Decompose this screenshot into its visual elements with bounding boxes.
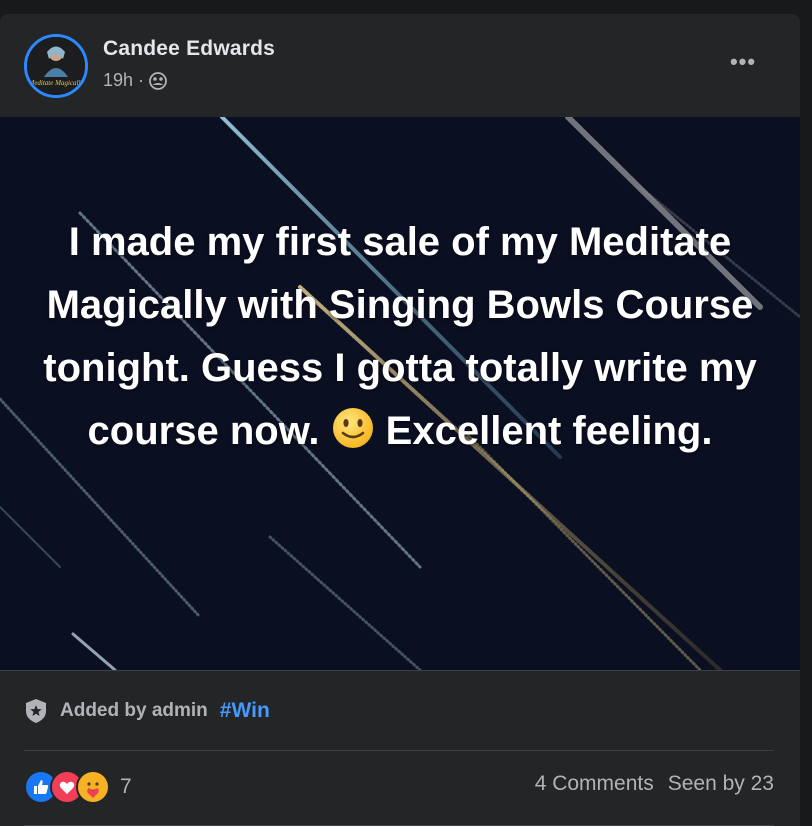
post-image[interactable]: I made my first sale of my Meditate Magi…: [0, 117, 800, 670]
reactions-summary[interactable]: 7: [24, 770, 132, 804]
seen-by-count[interactable]: Seen by 23: [668, 772, 774, 796]
post-card: Meditate Magically Candee Edwards 19h · …: [0, 14, 800, 826]
shield-icon: [26, 699, 46, 723]
post-meta: 19h ·: [103, 70, 167, 91]
divider: [24, 750, 774, 751]
author-name[interactable]: Candee Edwards: [103, 37, 275, 61]
group-icon: [149, 71, 167, 90]
meta-separator: ·: [138, 70, 145, 90]
post-time[interactable]: 19h: [103, 70, 133, 91]
smiling-face-icon: [331, 406, 375, 450]
care-icon: [76, 770, 110, 804]
post-text: I made my first sale of my Meditate Magi…: [40, 211, 760, 463]
avatar-text: Meditate Magically: [27, 79, 84, 87]
admin-label: Added by admin: [60, 700, 208, 721]
post-text-part-2: Excellent feeling.: [374, 409, 713, 453]
admin-info: Added by admin #Win: [24, 698, 270, 724]
hashtag-link[interactable]: #Win: [220, 699, 270, 723]
avatar[interactable]: Meditate Magically: [24, 34, 88, 98]
more-options-button[interactable]: •••: [724, 47, 762, 77]
post-header: Meditate Magically Candee Edwards 19h · …: [0, 14, 800, 117]
comments-count[interactable]: 4 Comments: [535, 772, 654, 796]
avatar-image: Meditate Magically: [27, 37, 85, 95]
admin-row: Added by admin #Win: [0, 670, 800, 751]
post-stats: 4 Comments Seen by 23: [535, 772, 774, 796]
reaction-count: 7: [120, 775, 132, 798]
